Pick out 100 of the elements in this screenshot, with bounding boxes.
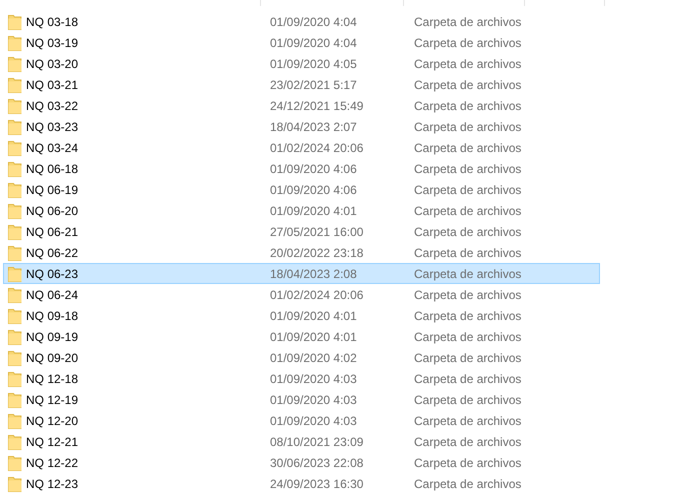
file-type: Carpeta de archivos <box>414 330 522 344</box>
date-modified: 01/09/2020 4:02 <box>269 350 358 364</box>
file-row[interactable]: NQ 06-20 01/09/2020 4:01 Carpeta de archivos <box>3 200 600 221</box>
file-type: Carpeta de archivos <box>414 140 522 154</box>
date-modified: 01/09/2020 4:03 <box>269 414 358 428</box>
folder-icon <box>8 244 22 260</box>
file-name: NQ 03-24 <box>26 140 78 154</box>
date-modified: 01/09/2020 4:03 <box>269 392 358 406</box>
folder-icon <box>8 392 22 408</box>
file-row[interactable]: NQ 09-20 01/09/2020 4:02 Carpeta de archivos <box>3 347 600 368</box>
file-name: NQ 09-20 <box>26 350 78 364</box>
date-modified: 08/10/2021 23:09 <box>269 434 364 448</box>
folder-icon <box>8 412 22 428</box>
date-modified: 01/09/2020 4:05 <box>269 56 358 70</box>
file-type: Carpeta de archivos <box>414 14 522 28</box>
file-row[interactable]: NQ 06-22 20/02/2022 23:18 Carpeta de archivos <box>3 242 600 263</box>
date-modified: 18/04/2023 2:07 <box>269 120 358 134</box>
file-name: NQ 06-20 <box>26 204 78 218</box>
folder-icon <box>8 76 22 92</box>
date-modified: 24/12/2021 15:49 <box>269 98 364 112</box>
file-name: NQ 06-23 <box>26 266 78 280</box>
file-row[interactable]: NQ 12-21 08/10/2021 23:09 Carpeta de archivos <box>3 431 600 452</box>
date-modified: 01/02/2024 20:06 <box>269 288 364 302</box>
file-row[interactable]: NQ 03-19 01/09/2020 4:04 Carpeta de archivos <box>3 32 600 53</box>
folder-icon <box>8 476 22 492</box>
file-row[interactable]: NQ 03-24 01/02/2024 20:06 Carpeta de archivos <box>3 137 600 158</box>
file-row[interactable]: NQ 12-19 01/09/2020 4:03 Carpeta de archivos <box>3 389 600 410</box>
folder-icon <box>8 118 22 134</box>
file-row[interactable]: NQ 12-23 24/09/2023 16:30 Carpeta de archivos <box>3 473 600 494</box>
file-type: Carpeta de archivos <box>414 204 522 218</box>
file-type: Carpeta de archivos <box>414 434 522 448</box>
file-row[interactable]: NQ 12-20 01/09/2020 4:03 Carpeta de archivos <box>3 410 600 431</box>
file-row[interactable]: NQ 06-21 27/05/2021 16:00 Carpeta de archivos <box>3 221 600 242</box>
date-modified: 01/09/2020 4:06 <box>269 182 358 196</box>
file-row[interactable]: NQ 09-18 01/09/2020 4:01 Carpeta de archivos <box>3 305 600 326</box>
file-row[interactable]: NQ 06-24 01/02/2024 20:06 Carpeta de archivos <box>3 284 600 305</box>
folder-icon <box>8 434 22 450</box>
file-type: Carpeta de archivos <box>414 266 522 280</box>
date-modified: 01/09/2020 4:01 <box>269 330 358 344</box>
file-name: NQ 03-20 <box>26 56 78 70</box>
file-type: Carpeta de archivos <box>414 456 522 470</box>
date-modified: 01/02/2024 20:06 <box>269 140 364 154</box>
file-type: Carpeta de archivos <box>414 372 522 386</box>
folder-icon <box>8 328 22 344</box>
file-type: Carpeta de archivos <box>414 308 522 322</box>
file-type: Carpeta de archivos <box>414 56 522 70</box>
file-name: NQ 06-18 <box>26 162 78 176</box>
file-type: Carpeta de archivos <box>414 36 522 50</box>
file-type: Carpeta de archivos <box>414 350 522 364</box>
date-modified: 24/09/2023 16:30 <box>269 476 364 490</box>
file-type: Carpeta de archivos <box>414 476 522 490</box>
file-row[interactable]: NQ 06-19 01/09/2020 4:06 Carpeta de archivos <box>3 179 600 200</box>
folder-icon <box>8 370 22 386</box>
date-modified: 27/05/2021 16:00 <box>269 224 364 238</box>
date-modified: 01/09/2020 4:01 <box>269 204 358 218</box>
folder-icon <box>8 350 22 366</box>
file-type: Carpeta de archivos <box>414 120 522 134</box>
folder-icon <box>8 160 22 176</box>
date-modified: 01/09/2020 4:06 <box>269 162 358 176</box>
date-modified: 01/09/2020 4:03 <box>269 372 358 386</box>
file-type: Carpeta de archivos <box>414 78 522 92</box>
date-modified: 30/06/2023 22:08 <box>269 456 364 470</box>
file-name: NQ 03-21 <box>26 78 78 92</box>
file-name: NQ 12-20 <box>26 414 78 428</box>
date-modified: 01/09/2020 4:04 <box>269 14 358 28</box>
file-type: Carpeta de archivos <box>414 162 522 176</box>
file-name: NQ 06-24 <box>26 288 78 302</box>
folder-icon <box>8 308 22 324</box>
file-row[interactable]: NQ 03-21 23/02/2021 5:17 Carpeta de archivos <box>3 74 600 95</box>
file-name: NQ 06-19 <box>26 182 78 196</box>
folder-icon <box>8 224 22 240</box>
file-name: NQ 03-22 <box>26 98 78 112</box>
folder-icon <box>8 98 22 114</box>
file-name: NQ 09-18 <box>26 308 78 322</box>
file-row[interactable]: NQ 03-20 01/09/2020 4:05 Carpeta de archivos <box>3 53 600 74</box>
file-row[interactable]: NQ 09-19 01/09/2020 4:01 Carpeta de archivos <box>3 326 600 347</box>
file-type: Carpeta de archivos <box>414 246 522 260</box>
file-name: NQ 12-18 <box>26 372 78 386</box>
file-row[interactable]: NQ 06-18 01/09/2020 4:06 Carpeta de archivos <box>3 158 600 179</box>
file-row[interactable]: NQ 12-22 30/06/2023 22:08 Carpeta de archivos <box>3 452 600 473</box>
file-row[interactable]: NQ 03-22 24/12/2021 15:49 Carpeta de archivos <box>3 95 600 116</box>
date-modified: 18/04/2023 2:08 <box>269 266 358 280</box>
file-row[interactable]: NQ 12-18 01/09/2020 4:03 Carpeta de archivos <box>3 368 600 389</box>
file-row[interactable]: NQ 03-23 18/04/2023 2:07 Carpeta de archivos <box>3 116 600 137</box>
file-name: NQ 12-19 <box>26 392 78 406</box>
date-modified: 20/02/2022 23:18 <box>269 246 364 260</box>
file-name: NQ 03-23 <box>26 120 78 134</box>
file-type: Carpeta de archivos <box>414 224 522 238</box>
file-type: Carpeta de archivos <box>414 98 522 112</box>
folder-icon <box>8 56 22 72</box>
folder-icon <box>8 202 22 218</box>
file-row[interactable]: NQ 06-23 18/04/2023 2:08 Carpeta de archivos <box>3 263 600 284</box>
file-type: Carpeta de archivos <box>414 182 522 196</box>
file-row[interactable]: NQ 03-18 01/09/2020 4:04 Carpeta de archivos <box>3 11 600 32</box>
folder-icon <box>8 182 22 198</box>
folder-icon <box>8 14 22 30</box>
folder-icon <box>8 266 22 282</box>
date-modified: 01/09/2020 4:04 <box>269 36 358 50</box>
file-name: NQ 06-21 <box>26 224 78 238</box>
file-name: NQ 03-18 <box>26 14 78 28</box>
